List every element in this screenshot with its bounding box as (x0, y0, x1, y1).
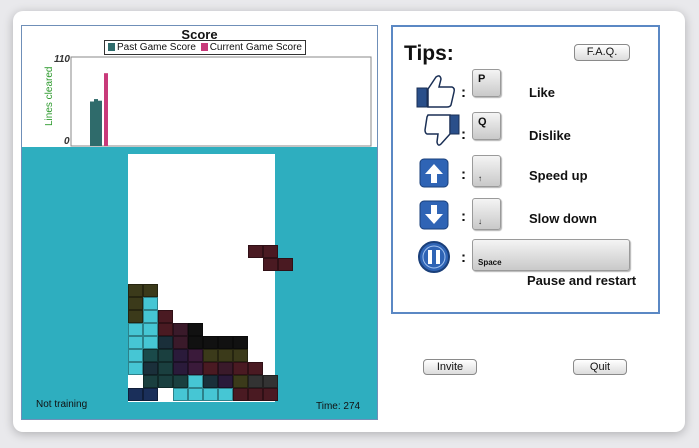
tetris-block (233, 336, 248, 349)
tetris-block (263, 375, 278, 388)
key-space: Space (472, 239, 630, 271)
tetris-block (128, 323, 143, 336)
tetris-block (263, 245, 278, 258)
tetris-block (143, 297, 158, 310)
key-arrow-down: ↓ (472, 198, 501, 230)
action-dislike: Dislike (529, 128, 571, 143)
tetris-board (128, 154, 293, 402)
key-q: Q (472, 112, 501, 140)
tetris-block (233, 362, 248, 375)
quit-button[interactable]: Quit (573, 359, 627, 375)
tetris-block (188, 388, 203, 401)
tetris-block (158, 375, 173, 388)
key-arrow-up: ↑ (472, 155, 501, 187)
thumbs-up-icon (416, 75, 455, 108)
tetris-block (218, 388, 233, 401)
chart-bar-current (104, 73, 108, 146)
invite-button[interactable]: Invite (423, 359, 477, 375)
tetris-block (173, 388, 188, 401)
tetris-block (128, 388, 143, 401)
plot-frame (70, 56, 372, 147)
tetris-block (128, 349, 143, 362)
tetris-block (218, 362, 233, 375)
colon-sep: : (461, 166, 466, 183)
tetris-block (248, 388, 263, 401)
tetris-block (158, 336, 173, 349)
tetris-block (143, 336, 158, 349)
tetris-block (188, 349, 203, 362)
colon-sep: : (461, 84, 466, 101)
tetris-block (158, 362, 173, 375)
colon-sep: : (461, 249, 466, 266)
tetris-block (218, 336, 233, 349)
tetris-block (158, 310, 173, 323)
tetris-block (128, 297, 143, 310)
tetris-block (173, 362, 188, 375)
thumbs-down-icon (424, 114, 460, 146)
tetris-block (203, 375, 218, 388)
tetris-block (248, 375, 263, 388)
chart-bar-past (90, 101, 94, 146)
faq-button[interactable]: F.A.Q. (574, 44, 630, 61)
tetris-block (143, 362, 158, 375)
tetris-block (143, 310, 158, 323)
arrow-up-icon (419, 158, 449, 188)
tetris-block (263, 388, 278, 401)
tetris-block (278, 258, 293, 271)
tetris-block (173, 349, 188, 362)
tetris-block (188, 362, 203, 375)
tetris-block (173, 323, 188, 336)
tetris-block (143, 388, 158, 401)
tetris-block (143, 349, 158, 362)
tetris-block (188, 323, 203, 336)
tetris-block (173, 375, 188, 388)
tetris-block (128, 362, 143, 375)
tetris-block (233, 375, 248, 388)
tetris-block (128, 310, 143, 323)
tetris-block (203, 362, 218, 375)
pause-icon (418, 241, 450, 273)
tetris-block (128, 284, 143, 297)
tetris-block (263, 258, 278, 271)
action-like: Like (529, 85, 556, 100)
tetris-block (143, 323, 158, 336)
tetris-block (218, 349, 233, 362)
colon-sep: : (461, 208, 466, 225)
tetris-block (203, 336, 218, 349)
chart-bar-past (98, 100, 102, 146)
tetris-block (248, 362, 263, 375)
action-slow-down: Slow down (529, 211, 597, 226)
time-readout: Time: 274 (316, 401, 361, 412)
chart-plot-area (70, 56, 372, 147)
chart-bar-past (94, 99, 98, 146)
tetris-block (188, 336, 203, 349)
tetris-block (158, 349, 173, 362)
score-chart: Score Past Game Score Current Game Score… (22, 26, 377, 147)
tetris-block (173, 336, 188, 349)
tetris-block (233, 388, 248, 401)
tetris-block (188, 375, 203, 388)
tetris-block (143, 284, 158, 297)
tetris-block (143, 375, 158, 388)
tetris-block (203, 349, 218, 362)
tetris-block (233, 349, 248, 362)
key-p: P (472, 69, 501, 97)
tetris-block (158, 323, 173, 336)
game-panel: Score Past Game Score Current Game Score… (21, 25, 378, 420)
tetris-block (248, 245, 263, 258)
colon-sep: : (461, 126, 466, 143)
action-pause: Pause and restart (527, 273, 637, 288)
arrow-down-icon (419, 200, 449, 230)
action-speed-up: Speed up (529, 168, 588, 183)
tetris-block (218, 375, 233, 388)
tetris-block (203, 388, 218, 401)
training-status: Not training (36, 399, 88, 410)
tips-panel: Tips: F.A.Q. : P Like : Q Dislike : ↑ Sp… (391, 25, 660, 314)
tetris-block (128, 336, 143, 349)
tips-title: Tips: (404, 42, 454, 65)
